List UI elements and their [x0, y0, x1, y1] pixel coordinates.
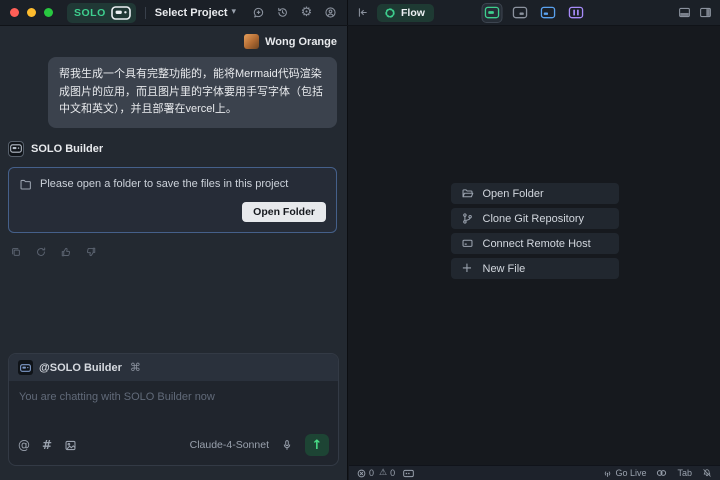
editor-empty-area: Open Folder Clone Git Repository	[349, 26, 720, 465]
app-window: SOLO Select Project ▾	[0, 0, 720, 480]
message-feedback-toolbar	[0, 233, 347, 258]
clone-git-repository-label: Clone Git Repository	[483, 213, 585, 225]
assistant-name: SOLO Builder	[31, 143, 103, 155]
composer-agent-chip[interactable]: @SOLO Builder ⌘	[9, 354, 338, 381]
welcome-actions: Open Folder Clone Git Repository	[451, 183, 619, 279]
new-chat-icon[interactable]	[250, 4, 267, 21]
notifications-muted-icon[interactable]	[702, 468, 712, 478]
user-message-header: Wong Orange	[0, 26, 347, 49]
tab-completion-toggle[interactable]: Tab	[677, 468, 692, 478]
tab-label: Tab	[677, 468, 692, 478]
titlebar-divider	[145, 7, 146, 19]
collapse-panel-icon[interactable]	[356, 6, 369, 19]
titlebar-left: SOLO Select Project ▾	[0, 0, 348, 25]
git-branch-icon	[461, 212, 474, 225]
thumbs-up-icon[interactable]	[60, 246, 72, 258]
zoom-window-button[interactable]	[44, 8, 53, 17]
warning-count: 0	[390, 468, 395, 478]
toggle-right-panel-icon[interactable]	[699, 6, 712, 19]
copy-icon[interactable]	[10, 246, 22, 258]
folder-icon	[19, 178, 32, 191]
go-live-button[interactable]: Go Live	[603, 468, 646, 478]
composer-agent-icon	[18, 360, 33, 375]
chat-composer: @SOLO Builder ⌘ You are chatting with SO…	[8, 353, 339, 466]
account-icon[interactable]	[322, 4, 339, 21]
error-circle-icon	[357, 469, 366, 478]
warnings-indicator[interactable]: ⚠ 0	[379, 468, 395, 478]
user-avatar	[244, 34, 259, 49]
open-folder-action[interactable]: Open Folder	[451, 183, 619, 204]
open-folder-icon	[461, 187, 474, 200]
user-message-bubble: 帮我生成一个具有完整功能的，能将Mermaid代码渲染成图片的应用，而且图片里的…	[48, 57, 337, 128]
flow-panel-header: Flow	[348, 0, 720, 25]
titlebar: SOLO Select Project ▾	[0, 0, 720, 26]
remote-host-icon	[461, 237, 474, 250]
thumbs-down-icon[interactable]	[85, 246, 97, 258]
context-hash-icon[interactable]: #	[42, 439, 52, 451]
connect-remote-host-label: Connect Remote Host	[483, 238, 591, 250]
editor-panel: Open Folder Clone Git Repository	[349, 26, 720, 480]
view-preview-icon[interactable]	[539, 4, 558, 22]
project-selector[interactable]: Select Project ▾	[155, 7, 236, 19]
attach-image-icon[interactable]	[64, 439, 77, 452]
statusbar: 0 ⚠ 0	[349, 465, 720, 480]
message-input[interactable]: You are chatting with SOLO Builder now	[9, 381, 338, 427]
error-count: 0	[369, 468, 374, 478]
solo-badge-label: SOLO	[74, 7, 106, 19]
send-button[interactable]: ↑	[305, 434, 329, 456]
titlebar-actions: ⚙	[250, 4, 339, 21]
open-folder-card-button[interactable]: Open Folder	[242, 202, 326, 222]
solo-builder-icon	[8, 141, 24, 157]
microphone-icon[interactable]	[281, 439, 293, 451]
new-file-label: New File	[483, 263, 526, 275]
mention-icon[interactable]: @	[18, 439, 30, 451]
clone-git-repository-action[interactable]: Clone Git Repository	[451, 208, 619, 229]
flow-spinner-icon	[384, 7, 396, 19]
layout-toggles	[678, 6, 712, 19]
connect-remote-host-action[interactable]: Connect Remote Host	[451, 233, 619, 254]
toggle-bottom-panel-icon[interactable]	[678, 6, 691, 19]
model-selector[interactable]: Claude-4-Sonnet	[190, 439, 269, 451]
minimize-window-button[interactable]	[27, 8, 36, 17]
go-live-label: Go Live	[615, 468, 646, 478]
tab-flow[interactable]: Flow	[377, 4, 434, 22]
composer-agent-label: @SOLO Builder	[39, 362, 122, 374]
view-terminal-icon[interactable]	[567, 4, 586, 22]
view-editor-icon[interactable]	[511, 4, 530, 22]
solo-card-icon	[111, 6, 131, 20]
command-shortcut-icon: ⌘	[130, 362, 141, 373]
chevron-down-icon: ▾	[232, 8, 237, 17]
assistant-header: SOLO Builder	[0, 128, 347, 157]
view-mode-switcher	[483, 4, 586, 22]
traffic-lights	[10, 8, 53, 17]
ports-panel-icon[interactable]	[403, 469, 414, 478]
chat-panel: Wong Orange 帮我生成一个具有完整功能的，能将Mermaid代码渲染成…	[0, 26, 348, 480]
user-name: Wong Orange	[265, 36, 337, 48]
solo-mode-toggle[interactable]: SOLO	[67, 3, 136, 23]
new-file-action[interactable]: + New File	[451, 258, 619, 279]
history-icon[interactable]	[274, 4, 291, 21]
open-folder-card: Please open a folder to save the files i…	[8, 167, 337, 233]
open-folder-card-message: Please open a folder to save the files i…	[40, 178, 288, 190]
composer-toolbar: @ # Claude-4-Sonnet	[9, 427, 338, 465]
errors-indicator[interactable]: 0	[357, 468, 374, 478]
ai-pair-icon[interactable]	[656, 468, 667, 478]
project-selector-label: Select Project	[155, 7, 228, 19]
open-folder-action-label: Open Folder	[483, 188, 544, 200]
broadcast-icon	[603, 469, 612, 478]
regenerate-icon[interactable]	[35, 246, 47, 258]
flow-tab-label: Flow	[401, 7, 425, 19]
settings-gear-icon[interactable]: ⚙	[298, 4, 315, 21]
view-flow-icon[interactable]	[483, 4, 502, 22]
warning-triangle-icon: ⚠	[379, 469, 387, 478]
plus-icon: +	[461, 262, 474, 275]
close-window-button[interactable]	[10, 8, 19, 17]
